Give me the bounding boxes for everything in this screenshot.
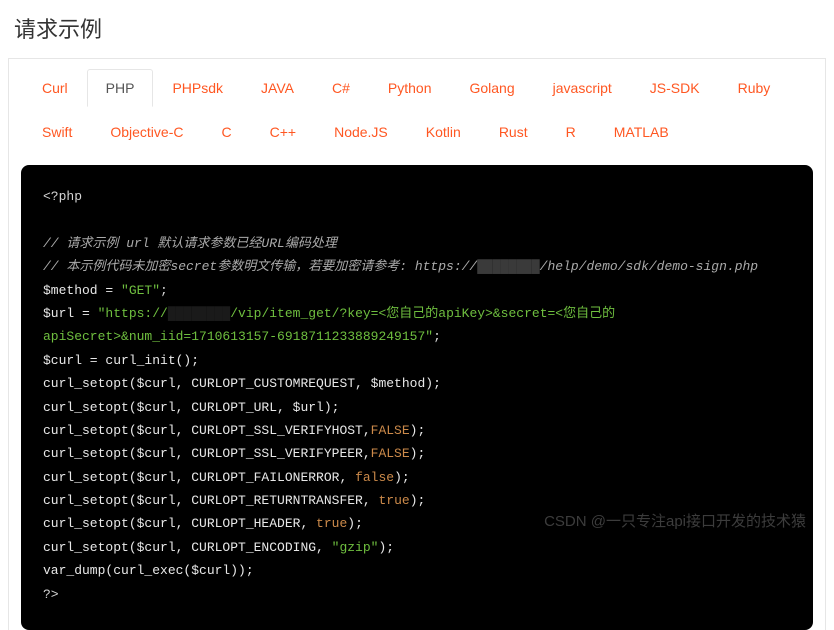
code-l8a: curl_setopt($curl, CURLOPT_ENCODING, [43, 540, 332, 555]
code-l3c: ); [410, 423, 426, 438]
code-l3b: FALSE [371, 423, 410, 438]
semi: ; [160, 283, 168, 298]
tab-matlab[interactable]: MATLAB [595, 113, 688, 151]
php-close-tag: ?> [43, 583, 791, 606]
code-l5c: ); [394, 470, 410, 485]
tab-node-js[interactable]: Node.JS [315, 113, 407, 151]
tab-curl[interactable]: Curl [23, 69, 87, 107]
code-l4b: FALSE [371, 446, 410, 461]
code-l8b: "gzip" [332, 540, 379, 555]
tabs-row: CurlPHPPHPsdkJAVAC#PythonGolangjavascrip… [9, 59, 825, 157]
tab-php[interactable]: PHP [87, 69, 154, 107]
tab-js-sdk[interactable]: JS-SDK [631, 69, 719, 107]
tab-phpsdk[interactable]: PHPsdk [153, 69, 242, 107]
code-method-val: "GET" [121, 283, 160, 298]
tab-swift[interactable]: Swift [23, 113, 91, 151]
code-curl-init: $curl = curl_init(); [43, 349, 791, 372]
tabs-container: CurlPHPPHPsdkJAVAC#PythonGolangjavascrip… [8, 58, 826, 630]
tab-c-[interactable]: C# [313, 69, 369, 107]
tab-python[interactable]: Python [369, 69, 451, 107]
tab-ruby[interactable]: Ruby [719, 69, 790, 107]
code-l4c: ); [410, 446, 426, 461]
code-l7a: curl_setopt($curl, CURLOPT_HEADER, [43, 516, 316, 531]
code-comment-2: // 本示例代码未加密secret参数明文传输，若要加密请参考: https:/… [43, 255, 791, 278]
code-url-a: "https:// [98, 306, 168, 321]
code-l5a: curl_setopt($curl, CURLOPT_FAILONERROR, [43, 470, 355, 485]
tab-kotlin[interactable]: Kotlin [407, 113, 480, 151]
code-l6a: curl_setopt($curl, CURLOPT_RETURNTRANSFE… [43, 493, 378, 508]
tab-c-[interactable]: C++ [251, 113, 315, 151]
code-l6b: true [378, 493, 409, 508]
code-url: $url = [43, 306, 98, 321]
tab-r[interactable]: R [547, 113, 595, 151]
code-l2: curl_setopt($curl, CURLOPT_URL, $url); [43, 396, 791, 419]
semi2: ; [433, 329, 441, 344]
code-l9: var_dump(curl_exec($curl)); [43, 559, 791, 582]
tab-golang[interactable]: Golang [450, 69, 533, 107]
code-l5b: false [355, 470, 394, 485]
code-l7b: true [316, 516, 347, 531]
page-title: 请求示例 [0, 0, 834, 58]
code-method: $method = [43, 283, 121, 298]
code-l6c: ); [410, 493, 426, 508]
tab-objective-c[interactable]: Objective-C [91, 113, 202, 151]
code-l3a: curl_setopt($curl, CURLOPT_SSL_VERIFYHOS… [43, 423, 371, 438]
code-l1: curl_setopt($curl, CURLOPT_CUSTOMREQUEST… [43, 372, 791, 395]
tab-javascript[interactable]: javascript [534, 69, 631, 107]
php-open-tag: <?php [43, 189, 82, 204]
code-l7c: ); [347, 516, 363, 531]
tab-rust[interactable]: Rust [480, 113, 547, 151]
code-l4a: curl_setopt($curl, CURLOPT_SSL_VERIFYPEE… [43, 446, 371, 461]
code-comment-1: // 请求示例 url 默认请求参数已经URL编码处理 [43, 236, 337, 251]
code-l8c: ); [378, 540, 394, 555]
tab-java[interactable]: JAVA [242, 69, 313, 107]
code-block: <?php // 请求示例 url 默认请求参数已经URL编码处理 // 本示例… [21, 165, 813, 630]
tab-c[interactable]: C [202, 113, 250, 151]
